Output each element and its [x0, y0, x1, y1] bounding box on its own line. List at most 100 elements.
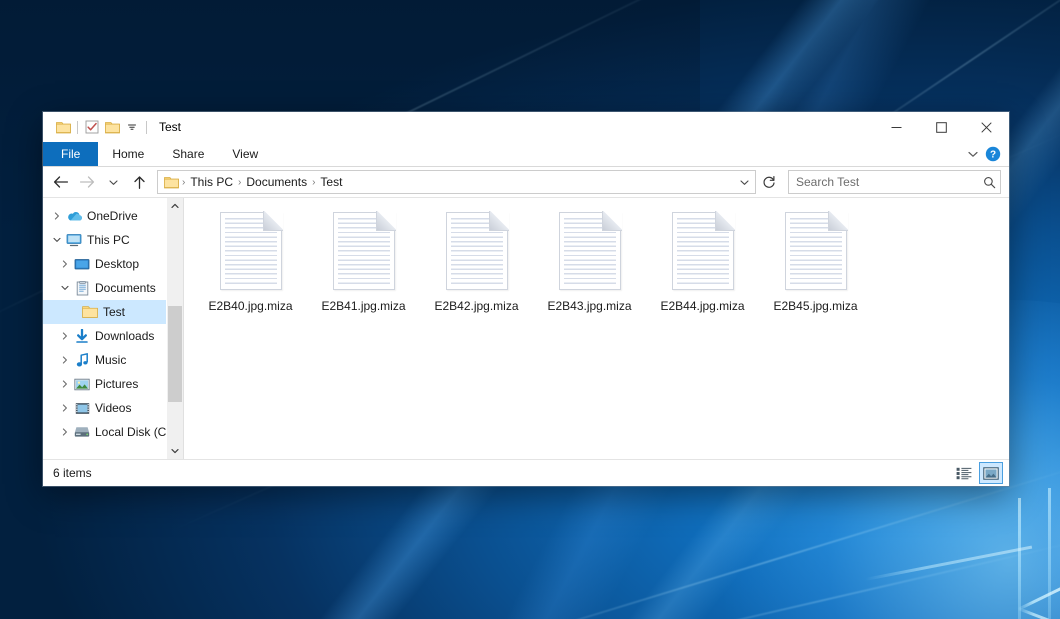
- forward-button[interactable]: [75, 171, 99, 193]
- customize-chevron-icon[interactable]: [122, 117, 142, 137]
- file-name: E2B44.jpg.miza: [660, 299, 744, 313]
- breadcrumb-item-this-pc[interactable]: This PC: [186, 175, 237, 189]
- back-button[interactable]: [49, 171, 73, 193]
- file-name: E2B43.jpg.miza: [547, 299, 631, 313]
- breadcrumb-dropdown-icon[interactable]: [735, 172, 753, 192]
- sidebar-label-test: Test: [103, 305, 125, 319]
- maximize-button[interactable]: [919, 112, 964, 142]
- details-view-button[interactable]: [952, 462, 976, 484]
- file-name: E2B41.jpg.miza: [321, 299, 405, 313]
- twisty-placeholder: [65, 300, 81, 324]
- navigation-pane: OneDrive This PC: [43, 198, 183, 459]
- navigation-pane-scrollbar[interactable]: [166, 198, 183, 459]
- recent-locations-button[interactable]: [101, 171, 125, 193]
- tab-view[interactable]: View: [218, 142, 272, 166]
- tab-share[interactable]: Share: [158, 142, 218, 166]
- sidebar-item-videos[interactable]: Videos: [43, 396, 183, 420]
- desktop-wallpaper: Test File Home Share View: [0, 0, 1060, 619]
- breadcrumb-item-test[interactable]: Test: [316, 175, 346, 189]
- list-item[interactable]: E2B40.jpg.miza: [194, 206, 307, 313]
- folder-icon[interactable]: [53, 117, 73, 137]
- search-input[interactable]: Search Test: [796, 175, 983, 189]
- chevron-right-icon[interactable]: [57, 348, 73, 372]
- chevron-right-icon[interactable]: [49, 204, 65, 228]
- pictures-icon: [73, 376, 91, 392]
- generic-document-icon: [785, 212, 847, 290]
- chevron-right-icon[interactable]: [57, 420, 73, 444]
- sidebar-item-music[interactable]: Music: [43, 348, 183, 372]
- item-count-label: 6 items: [53, 466, 92, 480]
- sidebar-label-documents: Documents: [95, 281, 156, 295]
- folder-tree: OneDrive This PC: [43, 198, 183, 444]
- list-item[interactable]: E2B45.jpg.miza: [759, 206, 872, 313]
- sidebar-label-videos: Videos: [95, 401, 131, 415]
- search-icon[interactable]: [983, 176, 996, 189]
- minimize-button[interactable]: [874, 112, 919, 142]
- qat-separator-2: [146, 121, 147, 134]
- chevron-right-icon[interactable]: [57, 396, 73, 420]
- sidebar-item-documents[interactable]: Documents: [43, 276, 183, 300]
- chevron-down-icon[interactable]: [49, 228, 65, 252]
- tab-file[interactable]: File: [43, 142, 98, 166]
- tab-home[interactable]: Home: [98, 142, 158, 166]
- generic-document-icon: [446, 212, 508, 290]
- sidebar-label-local-disk-c: Local Disk (C:): [95, 425, 174, 439]
- view-toggle-group: [952, 462, 1003, 484]
- sidebar-item-local-disk-c[interactable]: Local Disk (C:): [43, 420, 183, 444]
- qat-separator-1: [77, 121, 78, 134]
- sidebar-item-onedrive[interactable]: OneDrive: [43, 204, 183, 228]
- generic-document-icon: [220, 212, 282, 290]
- list-item[interactable]: E2B42.jpg.miza: [420, 206, 533, 313]
- sidebar-item-downloads[interactable]: Downloads: [43, 324, 183, 348]
- explorer-body: OneDrive This PC: [43, 197, 1009, 459]
- breadcrumb-item-documents[interactable]: Documents: [242, 175, 311, 189]
- chevron-right-icon[interactable]: [57, 324, 73, 348]
- status-bar: 6 items: [43, 459, 1009, 486]
- documents-icon: [73, 280, 91, 296]
- sidebar-item-desktop[interactable]: Desktop: [43, 252, 183, 276]
- window-title: Test: [159, 120, 181, 134]
- large-icons-view-button[interactable]: [979, 462, 1003, 484]
- file-list-view[interactable]: E2B40.jpg.miza E2B41.jpg.miza: [184, 198, 1009, 459]
- expand-ribbon-chevron-icon[interactable]: [967, 148, 979, 160]
- file-name: E2B45.jpg.miza: [773, 299, 857, 313]
- refresh-button[interactable]: [758, 171, 780, 193]
- sidebar-item-this-pc[interactable]: This PC: [43, 228, 183, 252]
- scroll-up-icon[interactable]: [167, 198, 183, 214]
- address-bar: › This PC › Documents › Test Search Test: [43, 167, 1009, 197]
- chevron-right-icon[interactable]: [57, 252, 73, 276]
- properties-icon[interactable]: [82, 117, 102, 137]
- file-name: E2B42.jpg.miza: [434, 299, 518, 313]
- sidebar-item-pictures[interactable]: Pictures: [43, 372, 183, 396]
- folder-icon: [81, 304, 99, 320]
- list-item[interactable]: E2B41.jpg.miza: [307, 206, 420, 313]
- svg-text:?: ?: [990, 150, 996, 161]
- scroll-down-icon[interactable]: [167, 443, 183, 459]
- close-button[interactable]: [964, 112, 1009, 142]
- sidebar-label-onedrive: OneDrive: [87, 209, 138, 223]
- ribbon-actions: ?: [967, 142, 1009, 166]
- thispc-icon: [65, 232, 83, 248]
- up-button[interactable]: [127, 171, 151, 193]
- sidebar-item-test[interactable]: Test: [43, 300, 183, 324]
- list-item[interactable]: E2B44.jpg.miza: [646, 206, 759, 313]
- onedrive-icon: [65, 208, 83, 224]
- new-folder-icon[interactable]: [102, 117, 122, 137]
- scrollbar-thumb[interactable]: [168, 306, 182, 402]
- help-icon[interactable]: ?: [985, 146, 1001, 162]
- quick-access-toolbar: [43, 117, 151, 137]
- window-controls: [874, 112, 1009, 142]
- breadcrumb[interactable]: › This PC › Documents › Test: [157, 170, 756, 194]
- file-grid: E2B40.jpg.miza E2B41.jpg.miza: [194, 206, 1009, 319]
- chevron-right-icon[interactable]: [57, 372, 73, 396]
- ribbon-tab-strip: File Home Share View ?: [43, 142, 1009, 167]
- desktop-icon: [73, 256, 91, 272]
- chevron-down-icon[interactable]: [57, 276, 73, 300]
- title-bar[interactable]: Test: [43, 112, 1009, 142]
- downloads-icon: [73, 328, 91, 344]
- generic-document-icon: [672, 212, 734, 290]
- sidebar-label-this-pc: This PC: [87, 233, 130, 247]
- search-box[interactable]: Search Test: [788, 170, 1001, 194]
- file-name: E2B40.jpg.miza: [208, 299, 292, 313]
- list-item[interactable]: E2B43.jpg.miza: [533, 206, 646, 313]
